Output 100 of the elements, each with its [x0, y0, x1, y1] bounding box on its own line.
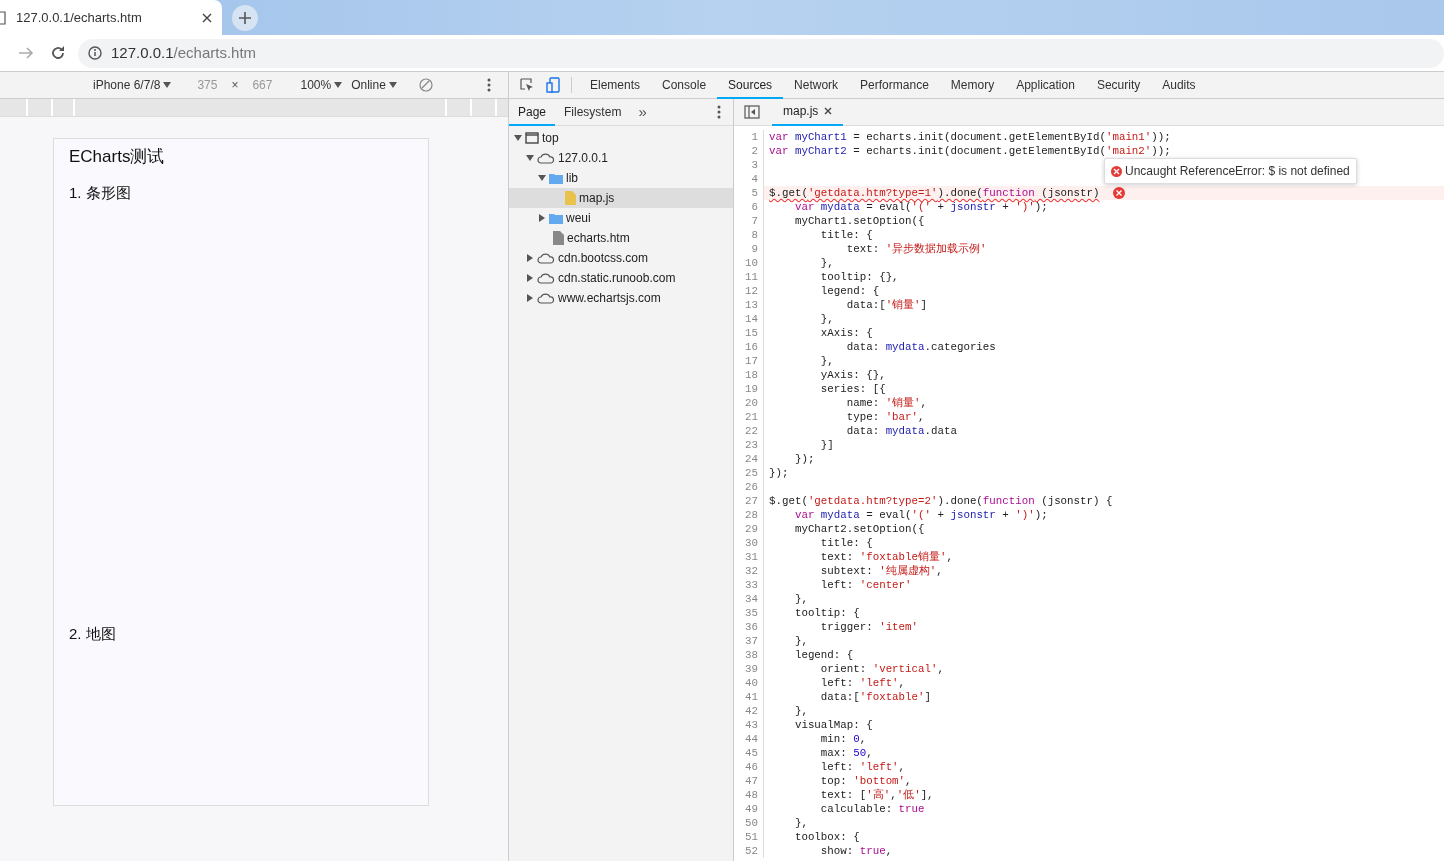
code-line: data: mydata.data — [845, 424, 957, 438]
code-line: orient: 'vertical', — [819, 662, 944, 676]
sidebar-toggle-icon[interactable] — [744, 105, 760, 119]
code-line: title: { — [819, 536, 873, 550]
code-line: }, — [793, 816, 808, 830]
navigator-tab[interactable]: Filesystem — [555, 98, 631, 126]
navigator-tab[interactable]: Page — [509, 98, 556, 126]
address-bar[interactable]: 127.0.0.1/echarts.htm — [78, 38, 1444, 68]
url-text: 127.0.0.1/echarts.htm — [111, 42, 257, 63]
disclosure-icon — [538, 174, 546, 182]
code-line: legend: { — [819, 284, 880, 298]
times-sign: × — [231, 77, 239, 94]
code-line: subtext: '纯属虚构', — [819, 564, 943, 578]
rotate-icon[interactable] — [418, 78, 433, 92]
code-line: text: ['高','低'], — [819, 788, 934, 802]
tree-item[interactable]: top — [509, 128, 733, 148]
code-line: myChart2.setOption({ — [793, 522, 925, 536]
code-line: text: 'foxtable销量', — [819, 550, 953, 564]
code-line: var myChart1 = echarts.init(document.getElementById('main1')); — [768, 130, 1171, 144]
caret-icon — [334, 81, 343, 89]
page-title: ECharts测试 — [69, 146, 166, 168]
code-line: legend: { — [793, 648, 854, 662]
code-line: }] — [819, 438, 834, 452]
inspect-icon[interactable] — [520, 78, 534, 92]
disclosure-icon — [526, 254, 534, 262]
browser-tab[interactable]: 127.0.0.1/echarts.htm — [0, 0, 222, 35]
code-line: trigger: 'item' — [819, 620, 919, 634]
panel-tab[interactable]: Security — [1085, 71, 1152, 99]
code-line: type: 'bar', — [845, 410, 925, 424]
code-line: left: 'left', — [819, 760, 906, 774]
file-icon — [565, 191, 576, 205]
code-line: }, — [819, 354, 834, 368]
caret-icon — [163, 81, 172, 89]
zoom-dropdown[interactable]: 100% — [300, 76, 343, 94]
code-line: data:['销量'] — [845, 298, 928, 312]
code-line: }, — [793, 592, 808, 606]
error-tooltip: Uncaught ReferenceError: $ is not defined — [1104, 158, 1357, 184]
code-line: }, — [819, 256, 834, 270]
panel-tab[interactable]: Memory — [939, 71, 1006, 99]
network-dropdown[interactable]: Online — [351, 76, 397, 94]
code-line: var mydata = eval('(' + jsonstr + ')'); — [793, 508, 1048, 522]
code-line: }); — [768, 466, 789, 480]
code-line: text: '异步数据加载示例' — [845, 242, 987, 256]
panel-tab[interactable]: Console — [651, 71, 718, 99]
disclosure-icon — [526, 274, 534, 282]
code-line: xAxis: { — [819, 326, 873, 340]
device-dropdown[interactable]: iPhone 6/7/8 — [93, 76, 172, 94]
code-line: series: [{ — [819, 382, 886, 396]
tree-item[interactable]: 127.0.0.1 — [509, 148, 733, 168]
more-tabs-button[interactable]: » — [638, 100, 647, 124]
tree-item[interactable]: weui — [509, 208, 733, 228]
code-line: }, — [793, 634, 808, 648]
close-icon[interactable] — [202, 12, 212, 23]
file-tab[interactable]: map.js — [772, 98, 844, 126]
caret-icon — [388, 81, 397, 89]
tree-item[interactable]: map.js — [509, 188, 733, 208]
code-line: max: 50, — [819, 746, 873, 760]
document-icon — [0, 10, 6, 25]
disclosure-icon — [526, 294, 534, 302]
file-icon — [553, 231, 564, 245]
disclosure-icon — [526, 154, 534, 162]
code-line: data:['foxtable'] — [819, 690, 931, 704]
tree-item[interactable]: www.echartsjs.com — [509, 288, 733, 308]
disclosure-icon — [538, 214, 546, 222]
folder-icon — [549, 212, 563, 224]
more-icon[interactable] — [717, 105, 721, 119]
panel-tab[interactable]: Network — [783, 71, 850, 99]
code-line: visualMap: { — [793, 718, 873, 732]
tree-item[interactable]: cdn.bootcss.com — [509, 248, 733, 268]
cloud-icon — [537, 252, 555, 264]
code-line: top: 'bottom', — [819, 774, 912, 788]
panel-tab[interactable]: Performance — [849, 71, 940, 99]
panel-tab[interactable]: Application — [1005, 71, 1086, 99]
code-line: name: '销量', — [845, 396, 928, 410]
code-line: toolbox: { — [793, 830, 860, 844]
new-tab-icon[interactable] — [232, 5, 258, 31]
cloud-icon — [537, 152, 555, 164]
code-line: data: mydata.categories — [845, 340, 996, 354]
info-icon — [88, 46, 102, 60]
device-icon[interactable] — [546, 77, 560, 93]
close-icon[interactable] — [824, 107, 833, 115]
tree-item[interactable]: cdn.static.runoob.com — [509, 268, 733, 288]
code-line: myChart1.setOption({ — [793, 214, 925, 228]
error-icon — [1113, 187, 1126, 199]
section-heading: 1. 条形图 — [69, 182, 132, 203]
tree-item[interactable]: lib — [509, 168, 733, 188]
error-icon — [1111, 165, 1122, 177]
more-icon[interactable] — [487, 78, 491, 92]
panel-tab[interactable]: Elements — [579, 71, 652, 99]
line-number: 5 — [734, 186, 764, 200]
reload-icon[interactable] — [50, 45, 66, 61]
code-line: $.get('getdata.htm?type=2').done(function (jsonstr) { — [768, 494, 1113, 508]
code-line: left: 'left', — [819, 676, 906, 690]
panel-tab[interactable]: Audits — [1151, 71, 1207, 99]
code-line: var mydata = eval('(' + jsonstr + ')'); — [793, 200, 1048, 214]
disclosure-icon — [514, 134, 522, 142]
code-line: yAxis: {}, — [819, 368, 886, 382]
tree-item[interactable]: echarts.htm — [509, 228, 733, 248]
code-line: }); — [793, 452, 815, 466]
code-line: title: { — [819, 228, 873, 242]
